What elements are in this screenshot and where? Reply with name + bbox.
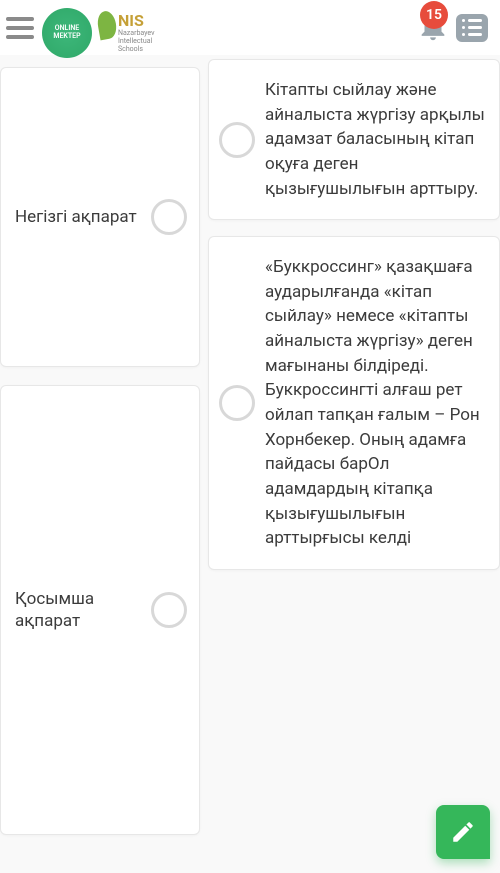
left-column: Негізгі ақпарат Қосымша ақпарат — [0, 67, 200, 873]
match-label-2: Қосымша ақпарат — [15, 588, 151, 632]
nis-title: NIS — [118, 11, 154, 30]
main-content: Негізгі ақпарат Қосымша ақпарат Кітапты … — [0, 55, 500, 873]
menu-icon[interactable] — [6, 13, 36, 43]
match-label-1: Негізгі ақпарат — [15, 206, 137, 228]
nis-logo[interactable]: NIS Nazarbayev Intellectual Schools — [98, 11, 154, 53]
leaf-icon — [96, 10, 119, 41]
match-circle-target-2[interactable] — [219, 385, 255, 421]
match-source-card-2[interactable]: Қосымша ақпарат — [0, 385, 200, 835]
online-mektep-logo[interactable]: ONLINE MEKTEP — [42, 8, 92, 58]
match-circle-source-1[interactable] — [151, 199, 187, 235]
match-circle-target-1[interactable] — [219, 122, 255, 158]
match-circle-source-2[interactable] — [151, 592, 187, 628]
notifications-button[interactable]: 15 — [416, 9, 450, 47]
match-source-card-1[interactable]: Негізгі ақпарат — [0, 67, 200, 367]
notification-badge: 15 — [420, 1, 448, 29]
compose-button[interactable] — [436, 805, 490, 859]
nis-sub-3: Schools — [118, 46, 154, 54]
match-target-text-1: Кітапты сыйлау және айналыста жүргізу ар… — [265, 78, 495, 201]
list-view-button[interactable] — [456, 14, 488, 42]
app-header: ONLINE MEKTEP NIS Nazarbayev Intellectua… — [0, 0, 500, 55]
logo-text-line2: MEKTEP — [53, 33, 80, 41]
match-target-card-2[interactable]: «Буккроссинг» қазақшаға аударылғанда «кі… — [208, 236, 500, 570]
right-column: Кітапты сыйлау және айналыста жүргізу ар… — [200, 59, 500, 873]
nis-text-block: NIS Nazarbayev Intellectual Schools — [118, 11, 154, 53]
match-target-text-2: «Буккроссинг» қазақшаға аударылғанда «кі… — [265, 255, 495, 551]
pencil-icon — [450, 819, 476, 845]
match-target-card-1[interactable]: Кітапты сыйлау және айналыста жүргізу ар… — [208, 59, 500, 220]
